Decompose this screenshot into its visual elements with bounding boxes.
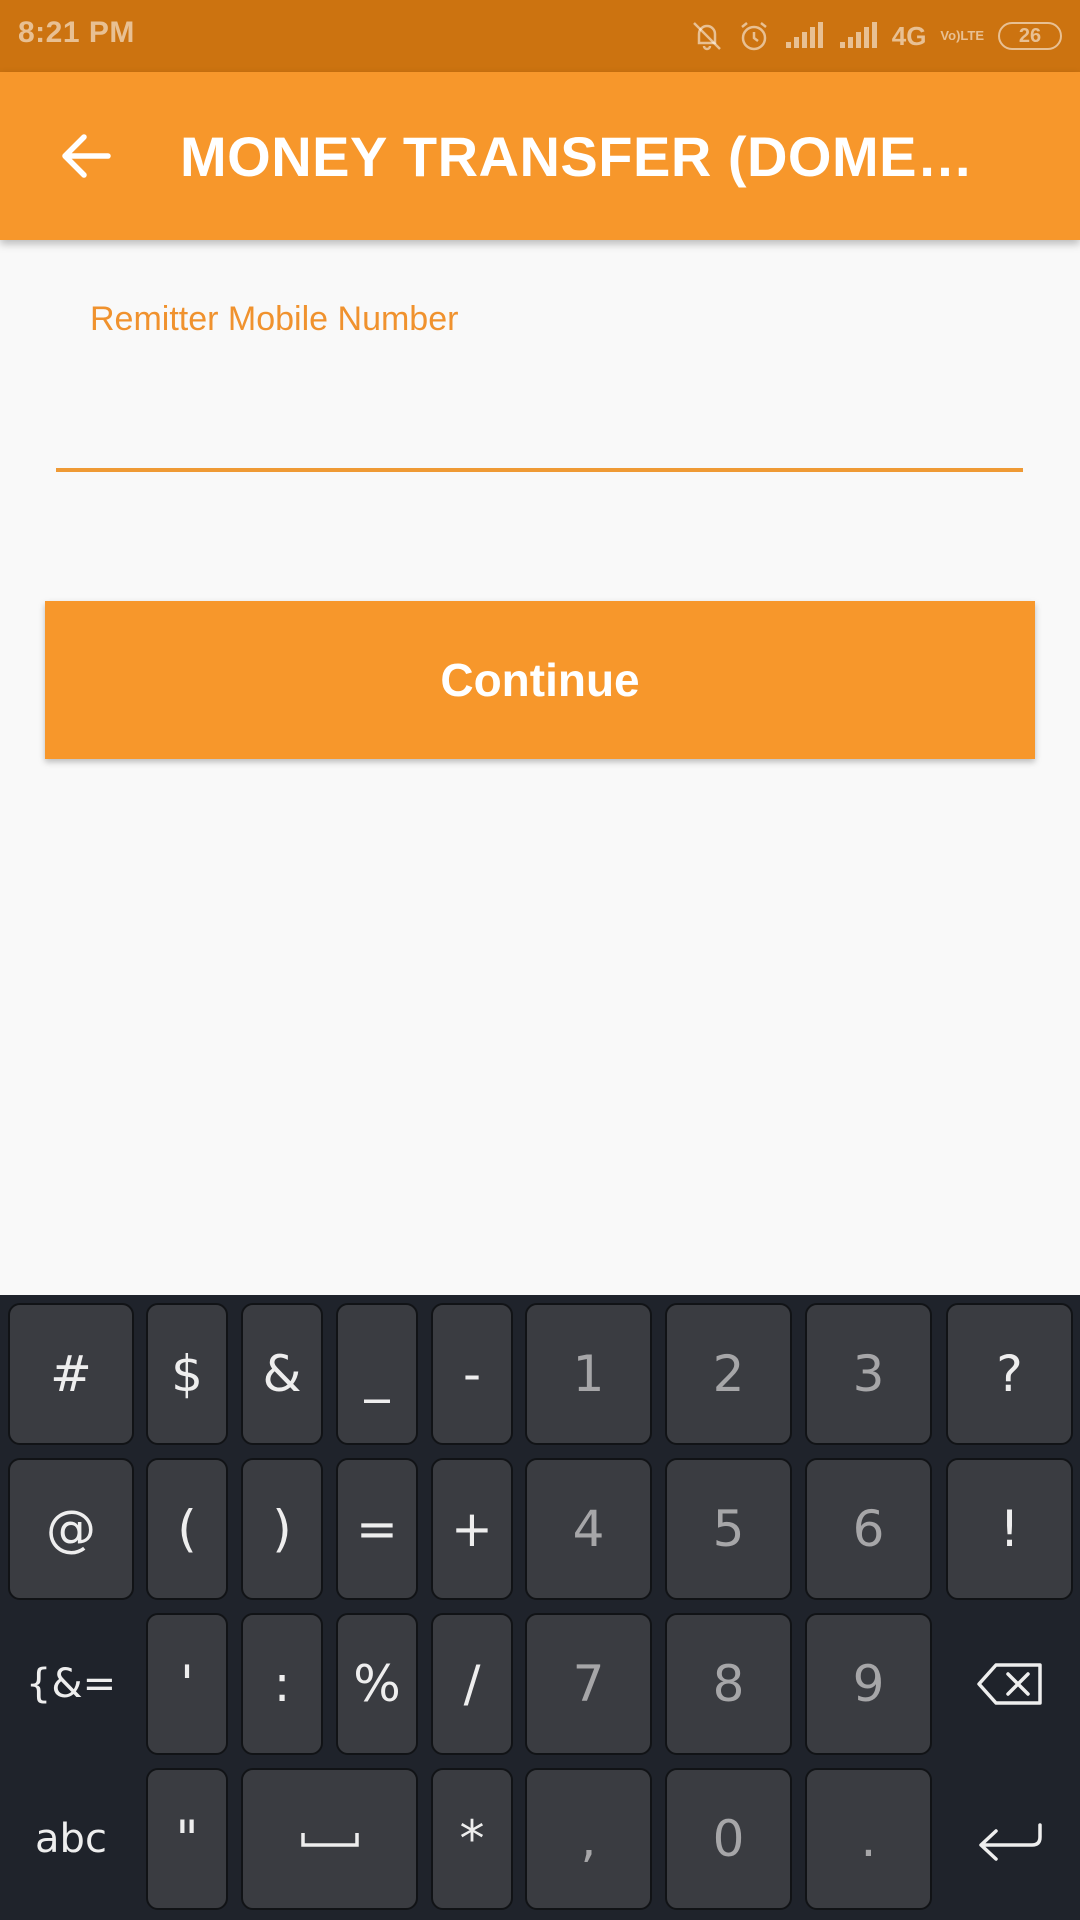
key-abc[interactable]: abc [8,1768,134,1910]
signal-icon [838,22,878,50]
keyboard: # $ & _ - 1 2 3 ? @ ( ) = + 4 5 6 ! {&= … [0,1295,1080,1920]
status-icons: 4G Vo) LTE 26 [690,14,1062,58]
delete-key[interactable] [946,1613,1073,1755]
key-symbols-page[interactable]: {&= [8,1613,134,1755]
enter-key[interactable] [946,1768,1073,1910]
key-comma[interactable]: , [525,1768,652,1910]
key-apostrophe[interactable]: ' [146,1613,228,1755]
key-0[interactable]: 0 [665,1768,792,1910]
key-hash[interactable]: # [8,1303,134,1445]
key-2[interactable]: 2 [665,1303,792,1445]
network-type: 4G [891,20,927,51]
volte-top: Vo) [940,28,961,43]
arrow-left-icon [62,134,111,178]
key-period[interactable]: . [805,1768,932,1910]
space-key[interactable] [241,1768,418,1910]
status-time: 8:21 PM [18,16,135,49]
key-plus[interactable]: + [431,1458,513,1600]
key-double-quote[interactable]: " [146,1768,228,1910]
key-equals[interactable]: = [336,1458,418,1600]
key-asterisk[interactable]: * [431,1768,513,1910]
key-at[interactable]: @ [8,1458,134,1600]
space-bar-icon [300,1833,359,1847]
volte-icon: Vo) LTE [940,29,984,43]
key-7[interactable]: 7 [525,1613,652,1755]
battery-level: 26 [1018,24,1042,47]
key-paren-close[interactable]: ) [241,1458,323,1600]
key-exclamation[interactable]: ! [946,1458,1073,1600]
key-colon[interactable]: : [241,1613,323,1755]
app-bar: MONEY TRANSFER (DOMESTIC) [0,72,1080,240]
enter-icon [978,1823,1042,1861]
backspace-icon [976,1663,1042,1705]
key-5[interactable]: 5 [665,1458,792,1600]
signal-icon [784,22,824,50]
volte-bottom: LTE [960,28,984,43]
battery-icon: 26 [998,22,1062,50]
status-bar: 8:21 PM 4G Vo) LTE 26 [0,0,1080,72]
alarm-icon [738,19,770,53]
key-1[interactable]: 1 [525,1303,652,1445]
key-underscore[interactable]: _ [336,1303,418,1445]
key-question[interactable]: ? [946,1303,1073,1445]
key-4[interactable]: 4 [525,1458,652,1600]
key-paren-open[interactable]: ( [146,1458,228,1600]
key-9[interactable]: 9 [805,1613,932,1755]
mute-alert-icon [690,19,724,53]
key-3[interactable]: 3 [805,1303,932,1445]
key-ampersand[interactable]: & [241,1303,323,1445]
key-minus[interactable]: - [431,1303,513,1445]
key-dollar[interactable]: $ [146,1303,228,1445]
key-6[interactable]: 6 [805,1458,932,1600]
key-8[interactable]: 8 [665,1613,792,1755]
back-button[interactable] [52,122,120,190]
key-percent[interactable]: % [336,1613,418,1755]
key-slash[interactable]: / [431,1613,513,1755]
continue-button[interactable]: Continue [45,601,1035,759]
mobile-number-label: Remitter Mobile Number [90,300,459,338]
mobile-number-input[interactable] [56,380,1023,472]
page-title: MONEY TRANSFER (DOMESTIC) [180,125,1010,188]
